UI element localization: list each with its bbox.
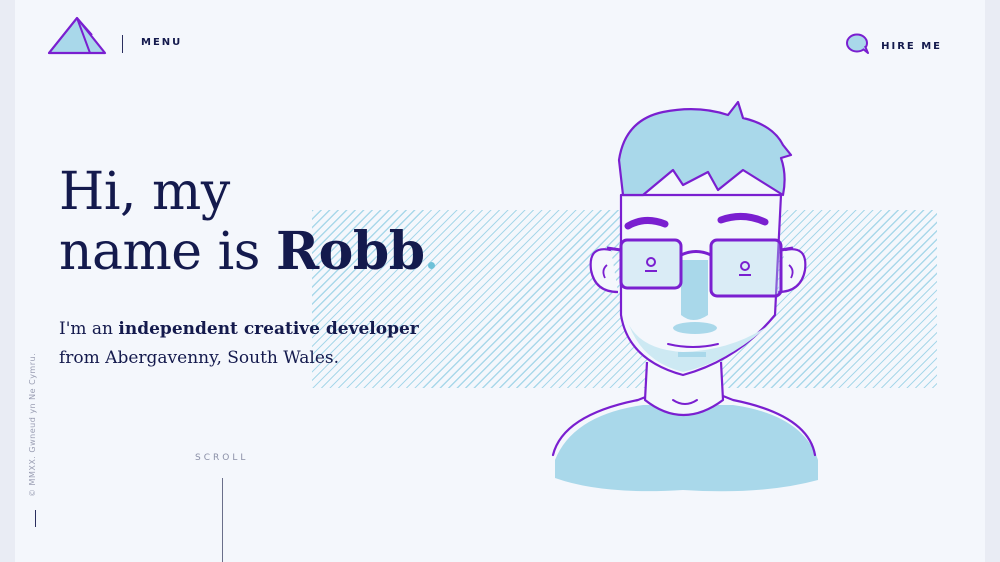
side-divider — [35, 510, 36, 527]
portrait-illustration — [551, 100, 818, 492]
scroll-label[interactable]: SCROLL — [195, 453, 248, 463]
intro-strong: independent creative developer — [118, 319, 419, 339]
hire-me-label: HIRE ME — [881, 40, 942, 52]
intro-text: I'm an independent creative developer fr… — [59, 315, 419, 373]
page: MENU HIRE ME Hi, my name is Robb I'm an … — [15, 0, 985, 562]
headline-prefix: name is — [59, 222, 276, 282]
nav-divider — [122, 35, 123, 53]
copyright-note: © MMXX. Gwneud yn Ne Cymru. — [28, 352, 37, 497]
intro-prefix: I'm an — [59, 319, 119, 339]
menu-button[interactable]: MENU — [141, 37, 182, 48]
accent-dot — [427, 262, 435, 269]
headline: Hi, my name is Robb — [59, 162, 435, 282]
intro-line-2: from Abergavenny, South Wales. — [59, 348, 340, 368]
hire-me-button[interactable]: HIRE ME — [845, 33, 942, 59]
scroll-indicator-line — [222, 478, 223, 562]
speech-bubble-icon — [845, 33, 871, 59]
logo-icon[interactable] — [46, 15, 108, 57]
intro-line-1: I'm an independent creative developer — [59, 315, 419, 344]
headline-line-1: Hi, my — [59, 162, 230, 222]
headline-line-2: name is Robb — [59, 222, 435, 282]
headline-name: Robb — [275, 221, 425, 282]
